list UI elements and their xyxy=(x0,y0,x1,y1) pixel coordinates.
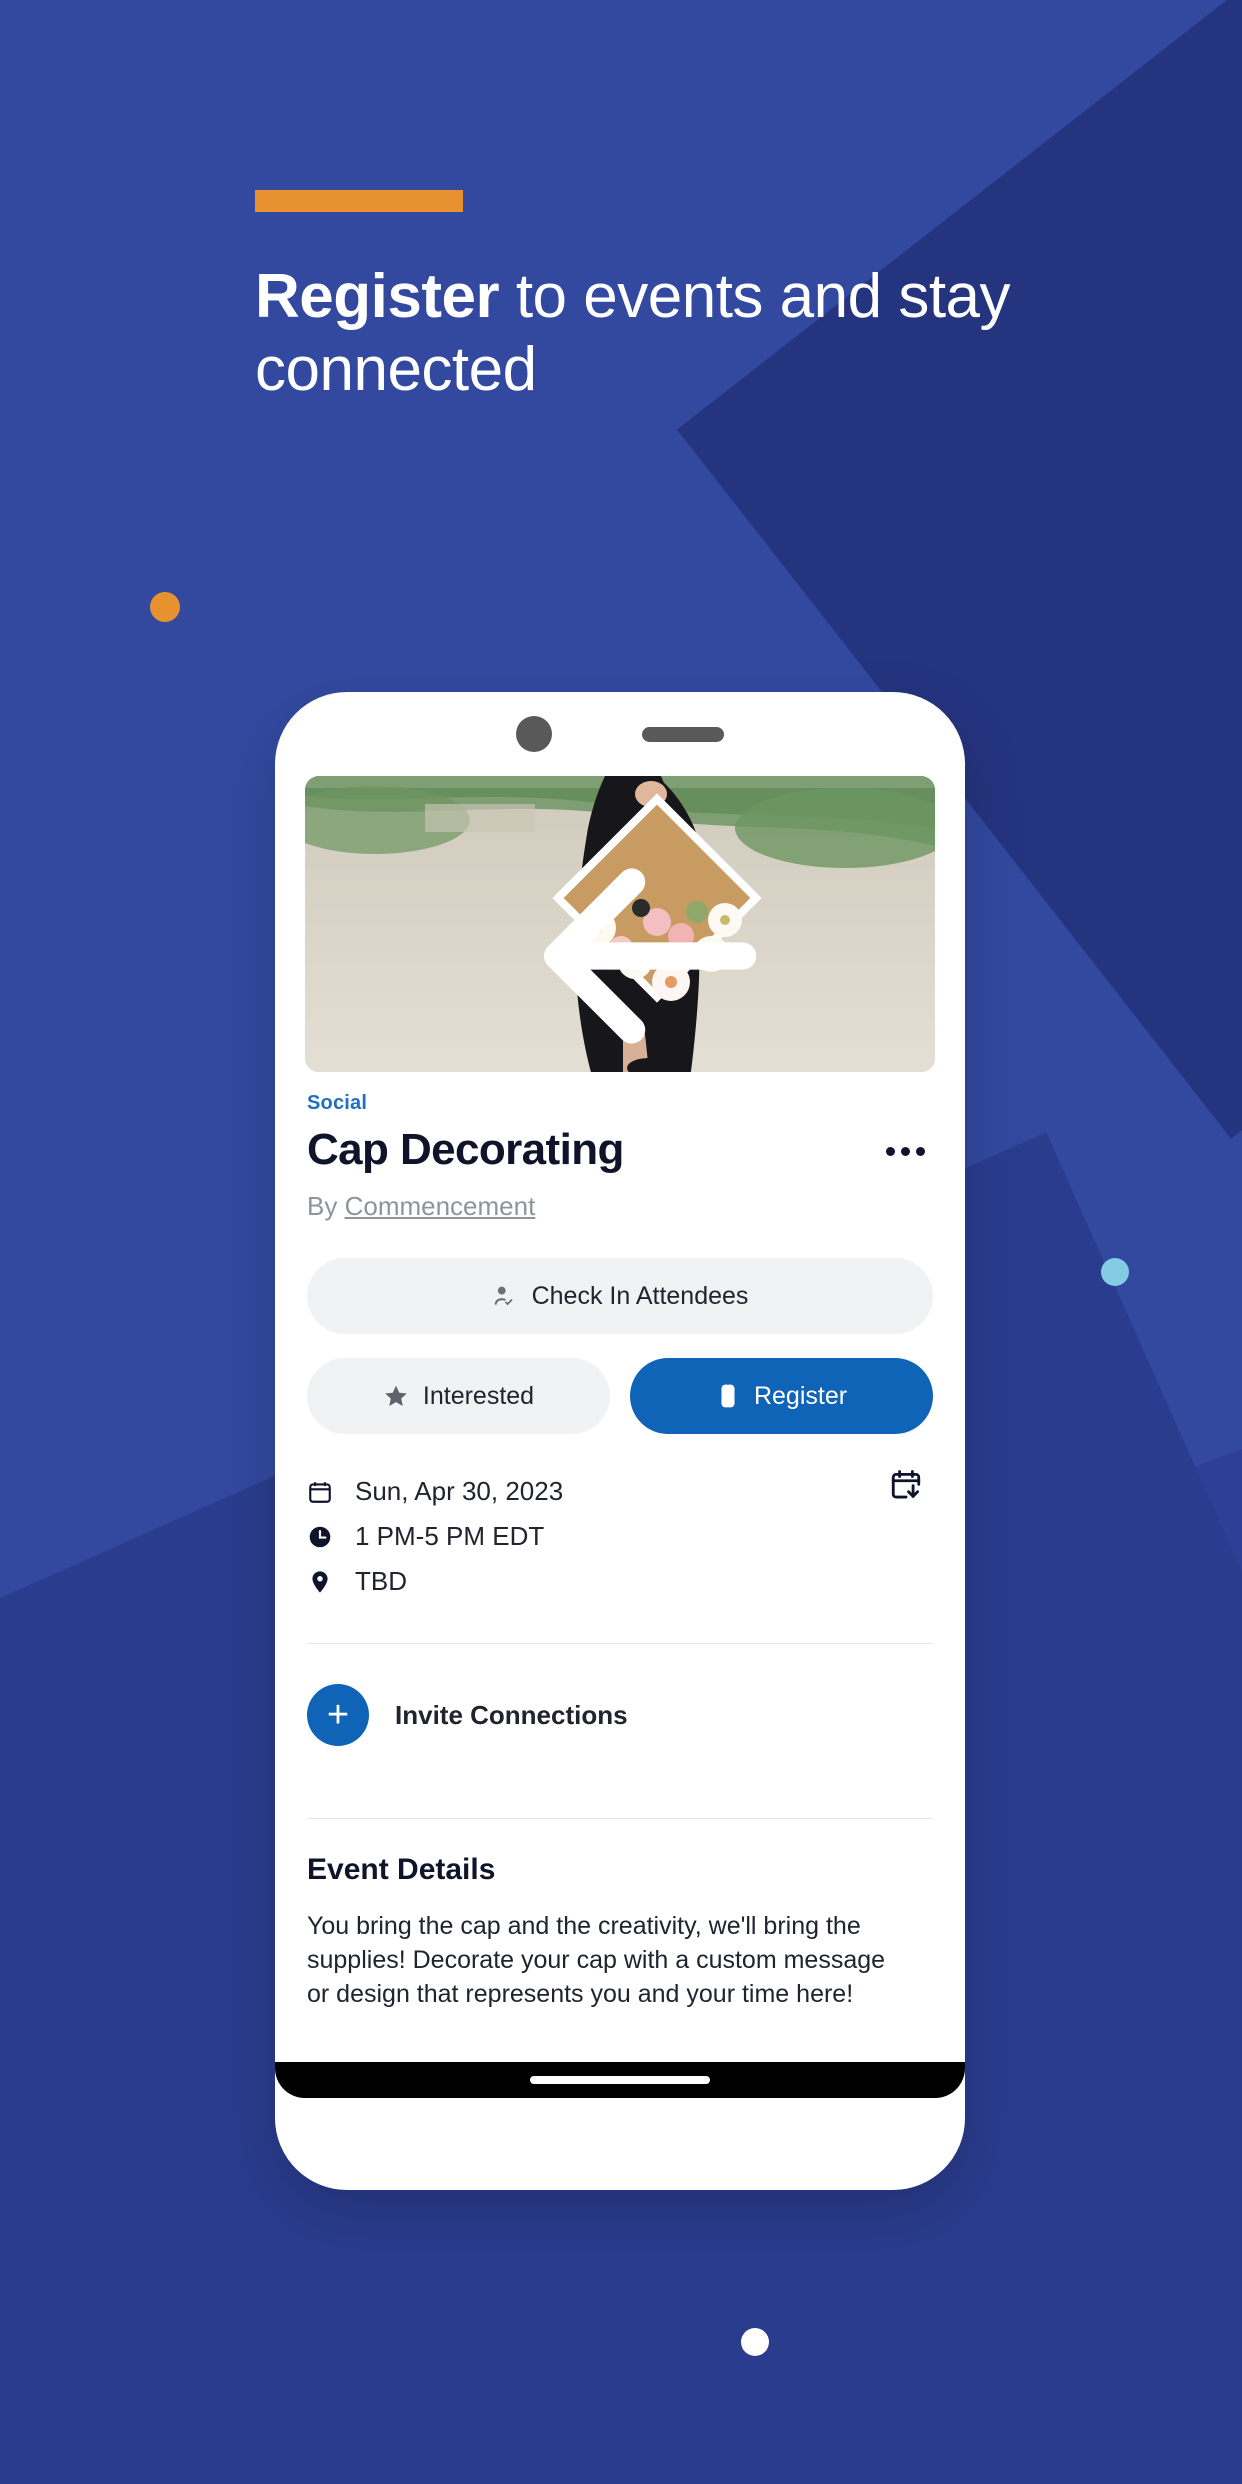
map-pin-icon xyxy=(312,1570,328,1593)
invite-connections-row[interactable]: + Invite Connections xyxy=(307,1644,933,1786)
event-hero-image xyxy=(305,776,935,1072)
event-meta-wrapper: Sun, Apr 30, 2023 1 PM-5 PM EDT TBD xyxy=(307,1434,933,1611)
invite-connections-label: Invite Connections xyxy=(395,1699,628,1730)
ticket-icon xyxy=(721,1384,735,1408)
person-check-icon xyxy=(494,1286,513,1306)
phone-top-hardware xyxy=(275,692,965,776)
event-date-row: Sun, Apr 30, 2023 xyxy=(307,1476,563,1507)
overflow-menu-icon[interactable] xyxy=(886,1125,933,1156)
event-category-label: Social xyxy=(307,1092,368,1114)
clock-icon xyxy=(309,1526,331,1547)
byline-prefix: By xyxy=(307,1191,345,1221)
phone-mockup: Social Cap Decorating By Commencement Ch… xyxy=(275,692,965,2190)
front-camera-icon xyxy=(516,716,552,752)
hero-heading-block: Register to events and stay connected xyxy=(255,190,1155,406)
register-label: Register xyxy=(753,1381,848,1410)
phone-side-button-mute xyxy=(963,1032,965,1092)
page-indicator-dot[interactable] xyxy=(741,2328,769,2356)
add-to-calendar-button[interactable] xyxy=(889,1434,933,1507)
back-arrow-icon[interactable] xyxy=(329,808,935,1072)
interested-label: Interested xyxy=(422,1381,535,1410)
interested-button[interactable]: Interested xyxy=(307,1358,610,1434)
event-date: Sun, Apr 30, 2023 xyxy=(355,1476,564,1506)
star-icon xyxy=(385,1385,407,1406)
event-title-row: Cap Decorating xyxy=(307,1125,933,1175)
hero-title-strong: Register xyxy=(255,262,500,331)
invite-plus-icon[interactable]: + xyxy=(307,1684,369,1746)
event-location-row: TBD xyxy=(307,1566,563,1597)
event-location: TBD xyxy=(355,1566,407,1596)
hero-title: Register to events and stay connected xyxy=(255,260,1015,406)
event-action-button-row: Interested Register xyxy=(307,1358,933,1434)
hero-accent-bar xyxy=(255,190,463,212)
calendar-download-icon xyxy=(891,1470,921,1499)
event-time-row: 1 PM-5 PM EDT xyxy=(307,1521,563,1552)
orange-dot-decoration xyxy=(150,592,180,622)
organizer-link[interactable]: Commencement xyxy=(345,1191,536,1221)
calendar-icon xyxy=(309,1481,331,1503)
event-details-heading: Event Details xyxy=(307,1853,496,1886)
event-time: 1 PM-5 PM EDT xyxy=(355,1521,545,1551)
event-detail-content: Social Cap Decorating By Commencement Ch… xyxy=(275,1084,965,2190)
event-organizer-byline: By Commencement xyxy=(307,1191,933,1222)
check-in-attendees-label: Check In Attendees xyxy=(531,1281,749,1310)
event-details-body: You bring the cap and the creativity, we… xyxy=(307,1912,886,2008)
home-indicator xyxy=(530,2076,710,2084)
earpiece-speaker xyxy=(642,726,724,742)
event-meta-list: Sun, Apr 30, 2023 1 PM-5 PM EDT TBD xyxy=(307,1476,563,1611)
light-blue-dot-decoration xyxy=(1101,1258,1129,1286)
register-button[interactable]: Register xyxy=(630,1358,933,1434)
event-title: Cap Decorating xyxy=(307,1125,624,1174)
check-in-attendees-button[interactable]: Check In Attendees xyxy=(307,1258,933,1334)
phone-home-indicator-bar xyxy=(275,2062,965,2098)
divider-below-invite xyxy=(307,1818,933,1819)
